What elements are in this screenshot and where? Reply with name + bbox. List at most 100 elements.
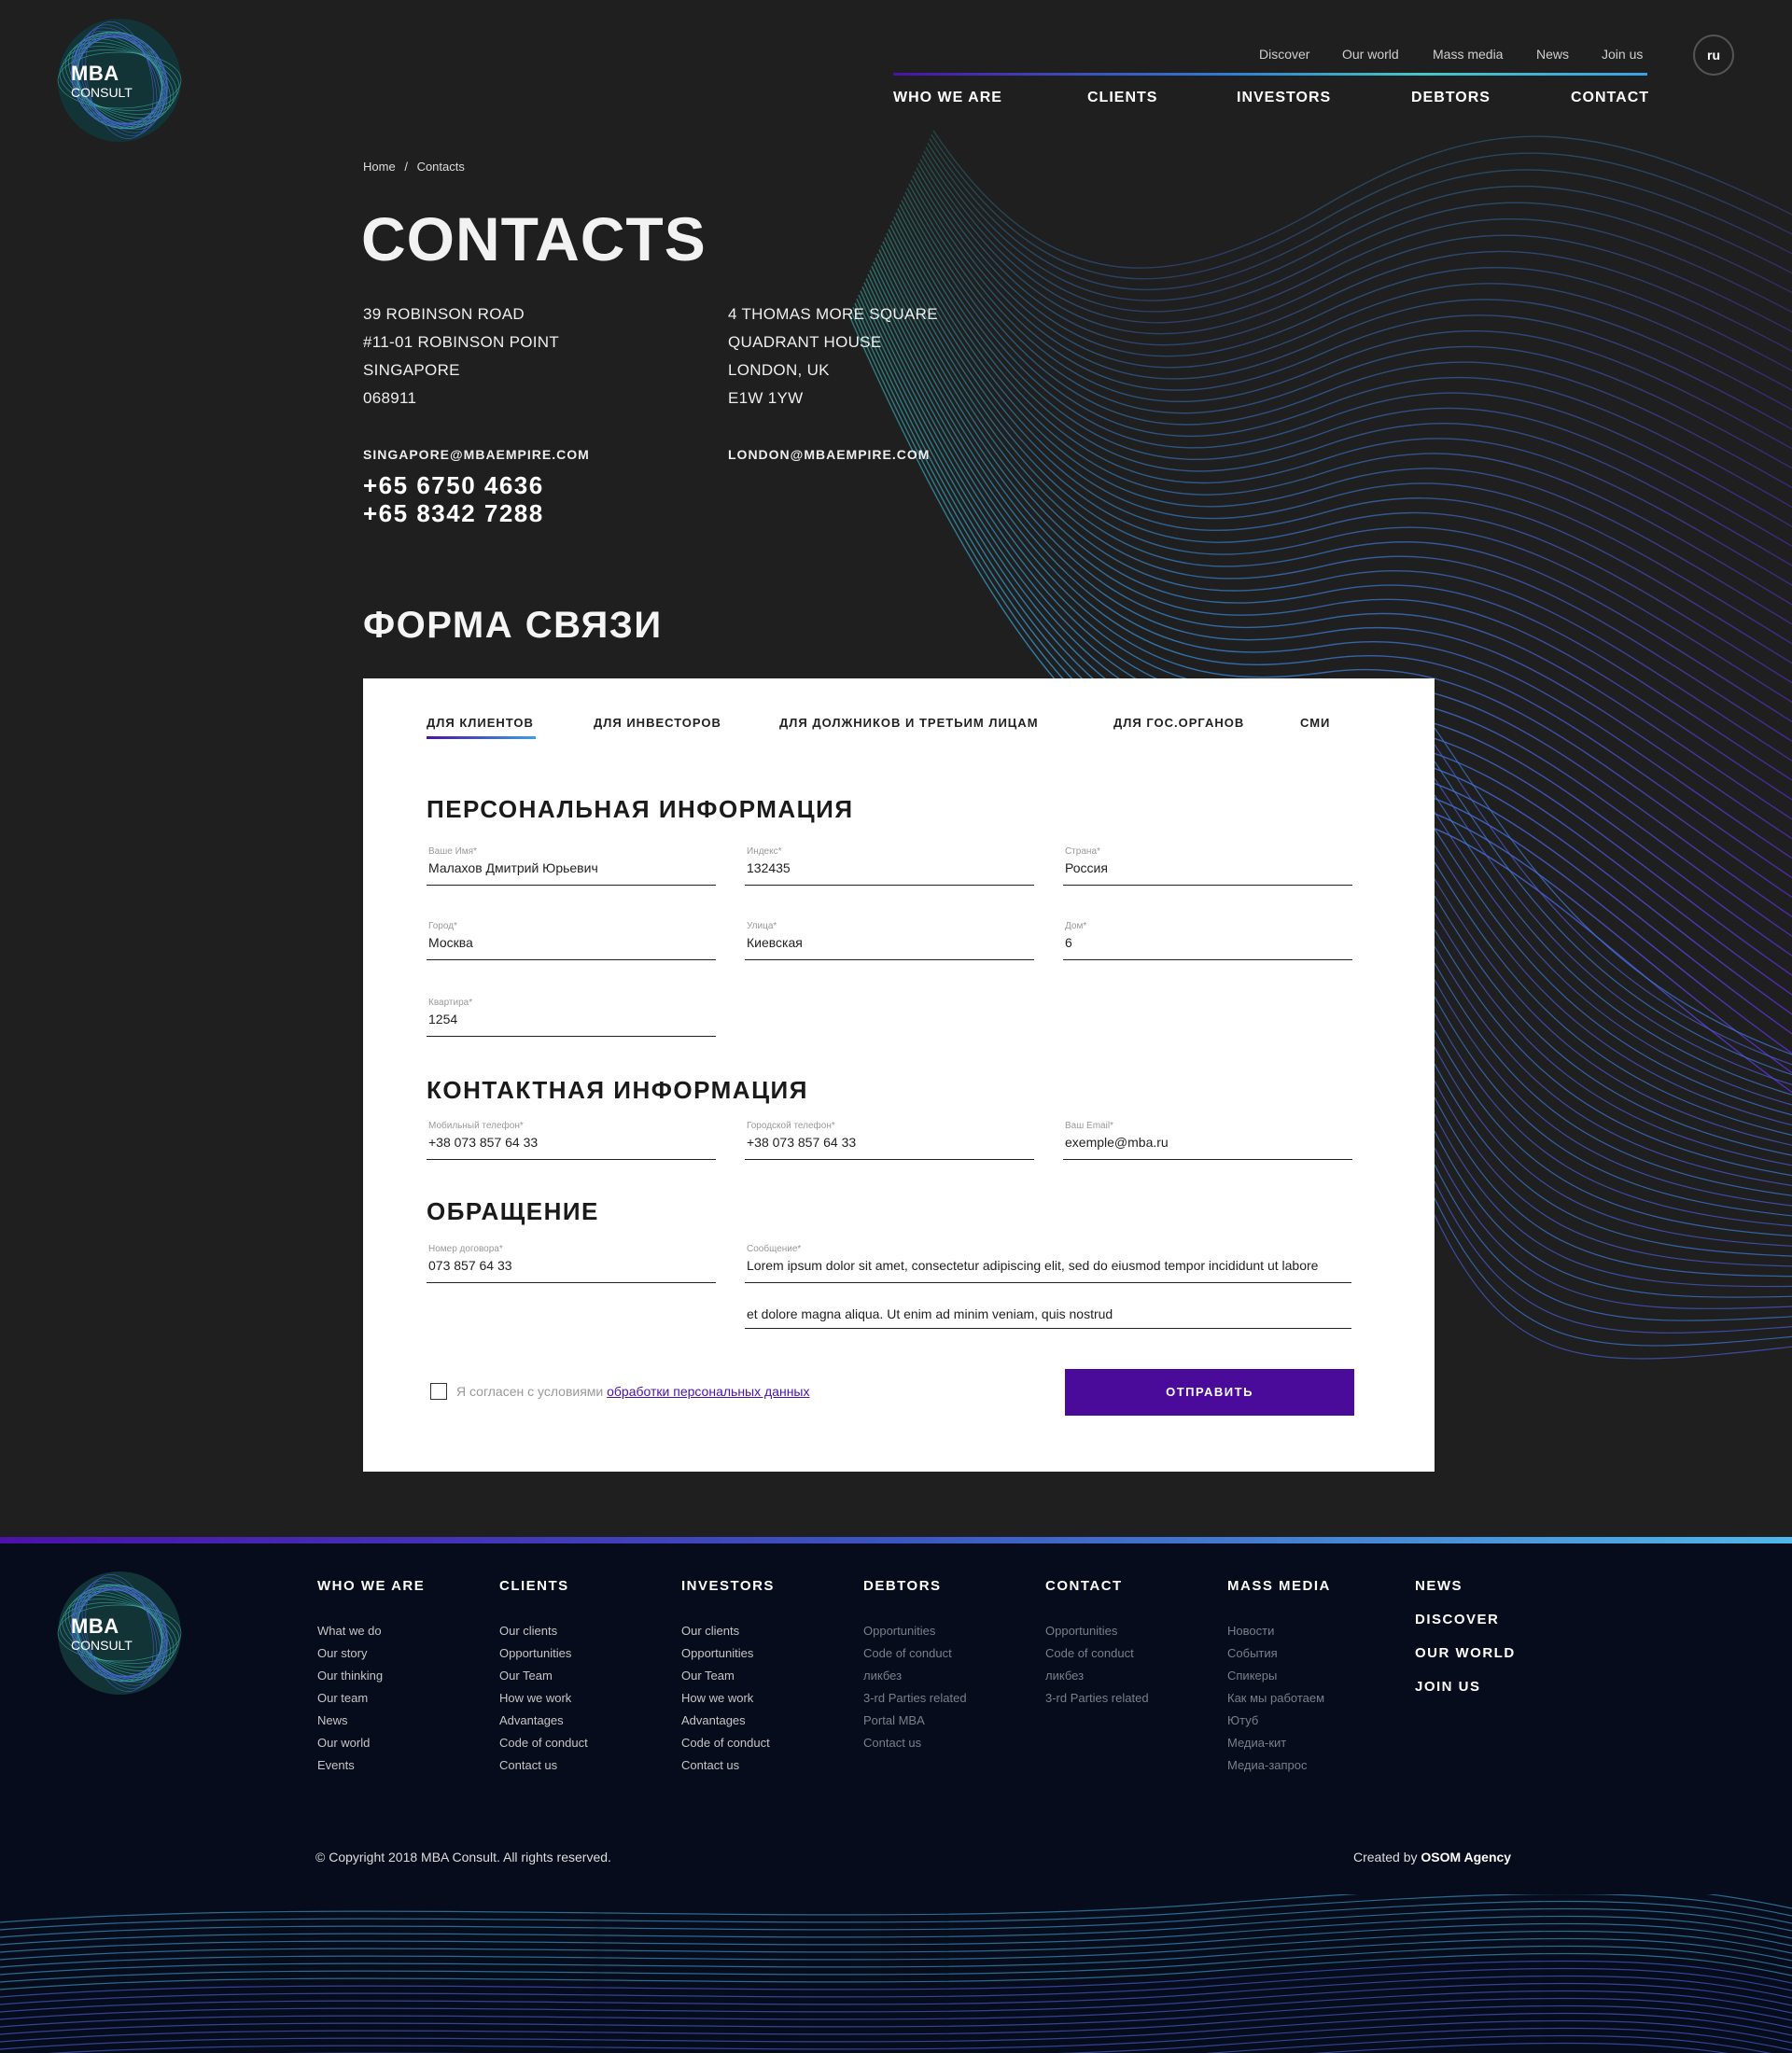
phone-primary[interactable]: +65 6750 4636 xyxy=(363,471,544,500)
footer-link[interactable]: Opportunities xyxy=(499,1642,588,1665)
footer-link[interactable]: Advantages xyxy=(499,1710,588,1732)
landline-phone-field[interactable]: Городской телефон* +38 073 857 64 33 xyxy=(745,1121,1034,1160)
apartment-field[interactable]: Квартира* 1254 xyxy=(427,998,716,1037)
contract-number-field[interactable]: Номер договора* 073 857 64 33 xyxy=(427,1244,716,1283)
logo-text-consult: CONSULT xyxy=(71,1638,133,1653)
section-title-appeal: ОБРАЩЕНИЕ xyxy=(427,1197,599,1225)
city-field[interactable]: Город* Москва xyxy=(427,921,716,960)
footer-link[interactable]: Contact us xyxy=(681,1754,775,1777)
nav-clients[interactable]: CLIENTS xyxy=(1087,90,1157,106)
footer-column-title[interactable]: MASS MEDIA xyxy=(1227,1578,1331,1594)
footer-column-title[interactable]: WHO WE ARE xyxy=(317,1578,425,1594)
footer-link[interactable]: Opportunities xyxy=(1045,1620,1149,1642)
nav-contact[interactable]: CONTACT xyxy=(1571,90,1649,106)
footer-column-title[interactable]: CONTACT xyxy=(1045,1578,1149,1594)
agency-link[interactable]: OSOM Agency xyxy=(1421,1850,1511,1864)
footer-link[interactable]: Advantages xyxy=(681,1710,775,1732)
footer-link[interactable]: 3-rd Parties related xyxy=(863,1687,967,1710)
footer-link[interactable]: Portal MBA xyxy=(863,1710,967,1732)
footer-link[interactable]: Events xyxy=(317,1754,425,1777)
street-field[interactable]: Улица* Киевская xyxy=(745,921,1034,960)
top-link-join-us[interactable]: Join us xyxy=(1602,47,1643,62)
nav-who-we-are[interactable]: WHO WE ARE xyxy=(893,90,1002,106)
footer-link[interactable]: Как мы работаем xyxy=(1227,1687,1331,1710)
footer-link[interactable]: Code of conduct xyxy=(681,1732,775,1754)
footer-link[interactable]: Opportunities xyxy=(681,1642,775,1665)
breadcrumb-home[interactable]: Home xyxy=(363,160,396,174)
footer-column-title[interactable]: CLIENTS xyxy=(499,1578,588,1594)
name-field[interactable]: Ваше Имя* Малахов Дмитрий Юрьевич xyxy=(427,846,716,886)
footer-link[interactable]: What we do xyxy=(317,1620,425,1642)
footer-link[interactable]: Our clients xyxy=(681,1620,775,1642)
footer-logo[interactable]: MBA CONSULT xyxy=(56,1570,183,1697)
footer-link[interactable]: Code of conduct xyxy=(1045,1642,1149,1665)
footer-link[interactable]: Our Team xyxy=(681,1665,775,1687)
nav-debtors[interactable]: DEBTORS xyxy=(1411,90,1491,106)
personal-data-link[interactable]: обработки персональных данных xyxy=(607,1384,809,1399)
footer-link[interactable]: Новости xyxy=(1227,1620,1331,1642)
footer-link[interactable]: Our story xyxy=(317,1642,425,1665)
footer-link-join-us[interactable]: JOIN US xyxy=(1415,1679,1481,1695)
logo[interactable]: MBA CONSULT xyxy=(56,17,183,144)
top-link-our-world[interactable]: Our world xyxy=(1342,47,1399,62)
phone-secondary[interactable]: +65 8342 7288 xyxy=(363,499,544,528)
footer-link[interactable]: Our Team xyxy=(499,1665,588,1687)
footer-link-news[interactable]: NEWS xyxy=(1415,1578,1463,1594)
tab-investors[interactable]: ДЛЯ ИНВЕСТОРОВ xyxy=(594,716,721,730)
footer-link[interactable]: News xyxy=(317,1710,425,1732)
footer-column-title[interactable]: DEBTORS xyxy=(863,1578,967,1594)
language-switch[interactable]: ru xyxy=(1693,35,1734,76)
country-field[interactable]: Страна* Россия xyxy=(1063,846,1352,886)
footer-link[interactable]: ликбез xyxy=(863,1665,967,1687)
tab-debtors[interactable]: ДЛЯ ДОЛЖНИКОВ И ТРЕТЬИМ ЛИЦАМ xyxy=(779,716,1039,730)
footer-link[interactable]: Ютуб xyxy=(1227,1710,1331,1732)
tab-clients[interactable]: ДЛЯ КЛИЕНТОВ xyxy=(427,716,534,730)
footer-column-contact: CONTACT Opportunities Code of conduct ли… xyxy=(1045,1578,1149,1710)
footer-link[interactable]: События xyxy=(1227,1642,1331,1665)
postcode-field[interactable]: Индекс* 132435 xyxy=(745,846,1034,886)
footer-link[interactable]: Contact us xyxy=(863,1732,967,1754)
field-label: Ваше Имя* xyxy=(428,846,477,857)
message-field[interactable]: Сообщение* Lorem ipsum dolor sit amet, c… xyxy=(745,1244,1351,1283)
wave-line xyxy=(1434,1063,1792,1257)
email-london[interactable]: LONDON@MBAEMPIRE.COM xyxy=(728,447,930,462)
submit-button[interactable]: ОТПРАВИТЬ xyxy=(1065,1369,1354,1416)
wave-line xyxy=(1434,1130,1792,1298)
wave-line xyxy=(916,167,1792,391)
footer-link-our-world[interactable]: OUR WORLD xyxy=(1415,1645,1516,1661)
top-link-discover[interactable]: Discover xyxy=(1259,47,1309,62)
wave-line xyxy=(1311,2042,1729,2053)
footer-link[interactable]: 3-rd Parties related xyxy=(1045,1687,1149,1710)
footer-link[interactable]: Code of conduct xyxy=(499,1732,588,1754)
footer-link[interactable]: Our thinking xyxy=(317,1665,425,1687)
nav-investors[interactable]: INVESTORS xyxy=(1237,90,1331,106)
footer-column-title[interactable]: INVESTORS xyxy=(681,1578,775,1594)
footer-link[interactable]: Opportunities xyxy=(863,1620,967,1642)
wave-line xyxy=(899,203,1792,566)
footer-link[interactable]: Contact us xyxy=(499,1754,588,1777)
footer-link[interactable]: Our team xyxy=(317,1687,425,1710)
address-line: QUADRANT HOUSE xyxy=(728,333,882,351)
mobile-phone-field[interactable]: Мобильный телефон* +38 073 857 64 33 xyxy=(427,1121,716,1160)
tab-government[interactable]: ДЛЯ ГОС.ОРГАНОВ xyxy=(1113,716,1244,730)
footer-link-discover[interactable]: DISCOVER xyxy=(1415,1612,1499,1627)
field-value: et dolore magna aliqua. Ut enim ad minim… xyxy=(747,1306,1113,1321)
footer-link[interactable]: Code of conduct xyxy=(863,1642,967,1665)
footer-link[interactable]: How we work xyxy=(499,1687,588,1710)
message-field-line2[interactable]: et dolore magna aliqua. Ut enim ad minim… xyxy=(745,1290,1351,1329)
email-field[interactable]: Ваш Email* exemple@mba.ru xyxy=(1063,1121,1352,1160)
footer-link[interactable]: Медиа-кит xyxy=(1227,1732,1331,1754)
top-link-news[interactable]: News xyxy=(1536,47,1569,62)
footer-link[interactable]: Медиа-запрос xyxy=(1227,1754,1331,1777)
email-singapore[interactable]: SINGAPORE@MBAEMPIRE.COM xyxy=(363,447,590,462)
tab-media[interactable]: СМИ xyxy=(1300,716,1330,730)
footer-link[interactable]: ликбез xyxy=(1045,1665,1149,1687)
footer-link[interactable]: Our clients xyxy=(499,1620,588,1642)
footer-link[interactable]: How we work xyxy=(681,1687,775,1710)
consent-checkbox[interactable] xyxy=(430,1383,447,1400)
field-label: Городской телефон* xyxy=(747,1121,835,1131)
footer-link[interactable]: Спикеры xyxy=(1227,1665,1331,1687)
top-link-mass-media[interactable]: Mass media xyxy=(1433,47,1503,62)
house-field[interactable]: Дом* 6 xyxy=(1063,921,1352,960)
footer-link[interactable]: Our world xyxy=(317,1732,425,1754)
